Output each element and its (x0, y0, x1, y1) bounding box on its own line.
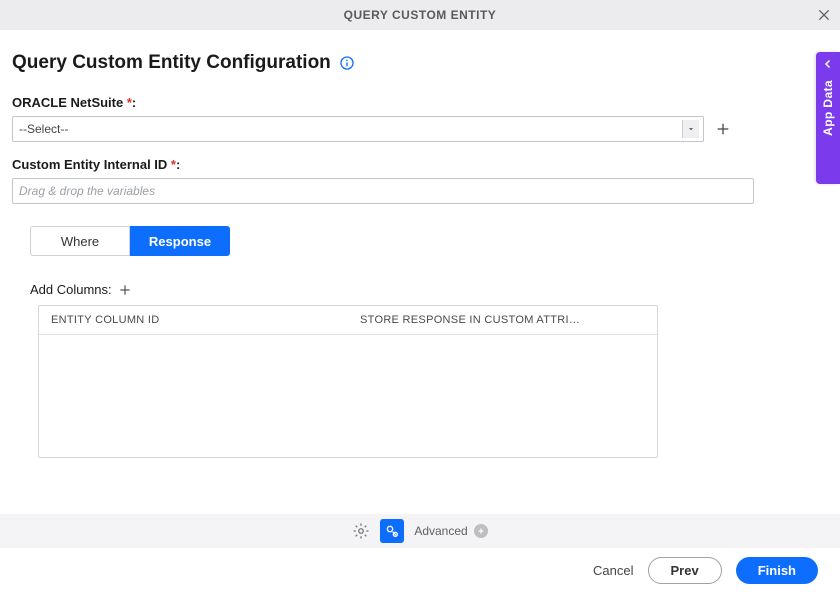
columns-body (39, 335, 657, 457)
select-value: --Select-- (19, 122, 68, 136)
dialog-title: QUERY CUSTOM ENTITY (344, 8, 497, 22)
column-header-store-response: STORE RESPONSE IN CUSTOM ATTRI… (348, 306, 657, 334)
title-bar: QUERY CUSTOM ENTITY (0, 0, 840, 30)
config-tool-icon[interactable] (380, 519, 404, 543)
advanced-bar: Advanced (0, 514, 840, 548)
gear-icon[interactable] (352, 522, 370, 540)
advanced-label: Advanced (414, 524, 467, 538)
input-placeholder: Drag & drop the variables (19, 184, 155, 198)
close-icon[interactable] (816, 0, 832, 30)
field-internal-id: Custom Entity Internal ID *: Drag & drop… (12, 156, 826, 204)
field-connection: ORACLE NetSuite *: --Select-- (12, 94, 826, 142)
add-column-button[interactable] (118, 283, 132, 297)
info-icon[interactable] (339, 55, 355, 71)
advanced-toggle[interactable]: Advanced (414, 524, 487, 538)
tab-where[interactable]: Where (30, 226, 130, 256)
column-header-entity-id: ENTITY COLUMN ID (39, 306, 348, 334)
page-title: Query Custom Entity Configuration (12, 52, 331, 74)
select-row: --Select-- (12, 116, 740, 142)
chevron-left-icon (822, 58, 834, 70)
label-colon: : (176, 157, 180, 172)
page-title-row: Query Custom Entity Configuration (12, 52, 826, 74)
add-connection-button[interactable] (714, 120, 732, 138)
app-data-side-tab[interactable]: App Data (816, 52, 840, 184)
plus-circle-icon (474, 524, 488, 538)
columns-header: ENTITY COLUMN ID STORE RESPONSE IN CUSTO… (39, 306, 657, 335)
tab-response[interactable]: Response (130, 226, 230, 256)
tabs: Where Response (30, 226, 826, 256)
content-area: Query Custom Entity Configuration ORACLE… (0, 30, 840, 514)
columns-table: ENTITY COLUMN ID STORE RESPONSE IN CUSTO… (38, 305, 658, 458)
add-columns-row: Add Columns: (30, 282, 826, 297)
label-text: Custom Entity Internal ID (12, 157, 171, 172)
footer: Advanced Cancel Prev Finish (0, 514, 840, 592)
side-tab-label: App Data (821, 80, 835, 136)
field-label: Custom Entity Internal ID *: (12, 157, 180, 172)
chevron-down-icon (682, 120, 699, 138)
finish-button[interactable]: Finish (736, 557, 818, 584)
add-columns-label: Add Columns: (30, 282, 112, 297)
prev-button[interactable]: Prev (648, 557, 722, 584)
connection-select[interactable]: --Select-- (12, 116, 704, 142)
button-bar: Cancel Prev Finish (0, 548, 840, 592)
label-text: ORACLE NetSuite (12, 95, 127, 110)
internal-id-input[interactable]: Drag & drop the variables (12, 178, 754, 204)
cancel-button[interactable]: Cancel (593, 563, 633, 578)
field-label: ORACLE NetSuite *: (12, 95, 136, 110)
label-colon: : (132, 95, 136, 110)
